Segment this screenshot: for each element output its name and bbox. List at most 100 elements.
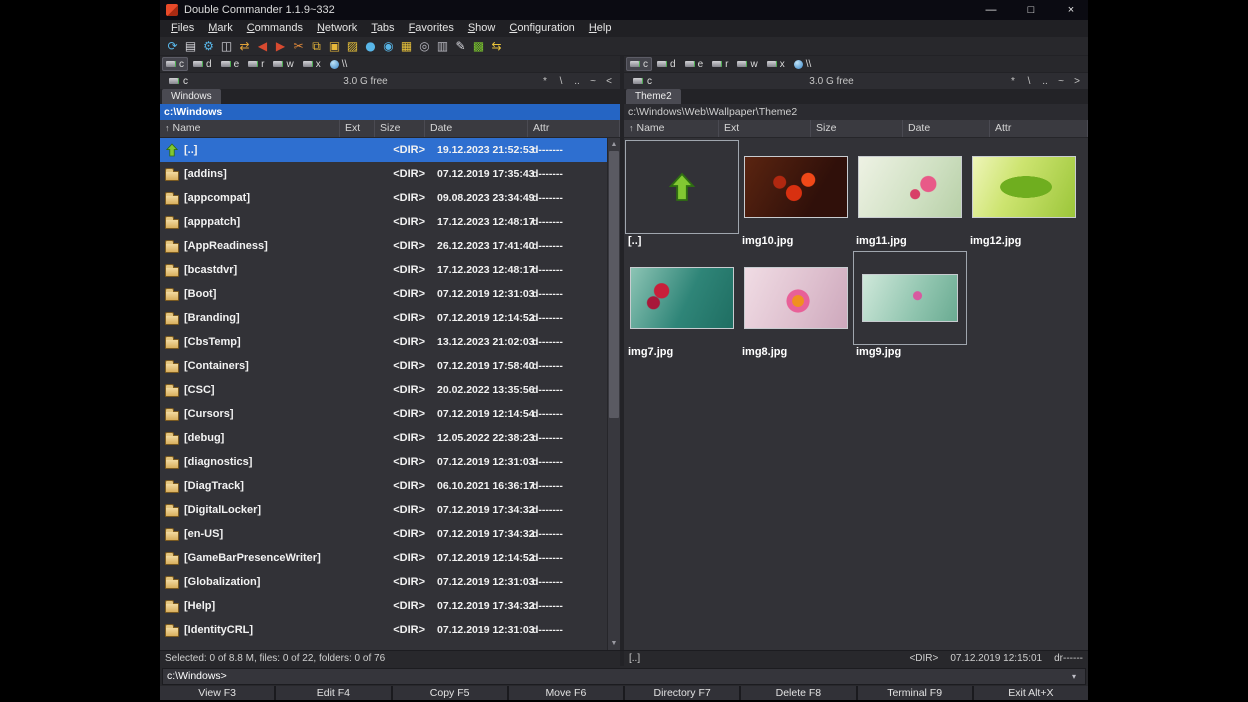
drive-d-button[interactable]: d xyxy=(189,57,216,71)
file-row[interactable]: [diagnostics]<DIR>07.12.2019 12:31:03d--… xyxy=(160,450,607,474)
equal-panels-icon[interactable]: ◫ xyxy=(218,37,235,55)
file-row[interactable]: [AppReadiness]<DIR>26.12.2023 17:41:40d-… xyxy=(160,234,607,258)
archive-icon[interactable]: ▦ xyxy=(398,37,415,55)
column-header-date[interactable]: Date xyxy=(903,120,990,137)
file-row[interactable]: [Containers]<DIR>07.12.2019 17:58:40d---… xyxy=(160,354,607,378)
file-row[interactable]: [Cursors]<DIR>07.12.2019 12:14:54d------… xyxy=(160,402,607,426)
network-icon[interactable]: ● xyxy=(362,37,379,55)
run-terminal-icon[interactable]: ▤ xyxy=(182,37,199,55)
column-header-size[interactable]: Size xyxy=(811,120,903,137)
home-dir-button[interactable]: ~ xyxy=(585,74,601,89)
swap-panels-icon[interactable]: ⇄ xyxy=(236,37,253,55)
history-forward-button[interactable]: > xyxy=(1069,74,1085,89)
column-header-size[interactable]: Size xyxy=(375,120,425,137)
column-header-name[interactable]: ↑Name xyxy=(624,120,719,137)
column-header-attr[interactable]: Attr xyxy=(528,120,620,137)
history-dropdown-icon[interactable]: ▾ xyxy=(1067,672,1081,681)
copy-to-right-icon[interactable]: ▶ xyxy=(272,37,289,55)
menu-item-configuration[interactable]: Configuration xyxy=(502,20,581,37)
scrollbar-track[interactable] xyxy=(608,151,620,637)
directory-f7-button[interactable]: Directory F7 xyxy=(625,686,739,700)
file-tile[interactable]: img7.jpg xyxy=(625,251,739,358)
drive-r-button[interactable]: r xyxy=(244,57,268,71)
root-dir-button[interactable]: \ xyxy=(1021,74,1037,89)
command-line-box[interactable]: c:\Windows> ▾ xyxy=(162,668,1086,685)
pack-icon[interactable]: ▩ xyxy=(470,37,487,55)
root-dir-button[interactable]: \ xyxy=(553,74,569,89)
parent-dir-button[interactable]: .. xyxy=(1037,74,1053,89)
command-line-input[interactable] xyxy=(227,669,1067,684)
edit-f4-button[interactable]: Edit F4 xyxy=(276,686,390,700)
menu-item-commands[interactable]: Commands xyxy=(240,20,310,37)
scroll-up-icon[interactable]: ▲ xyxy=(608,138,620,151)
file-tile[interactable]: img9.jpg xyxy=(853,251,967,358)
compare-directories-icon[interactable]: ▥ xyxy=(434,37,451,55)
file-row[interactable]: [bcastdvr]<DIR>17.12.2023 12:48:17d-----… xyxy=(160,258,607,282)
new-folder-icon[interactable]: ▨ xyxy=(344,37,361,55)
options-icon[interactable]: ⚙ xyxy=(200,37,217,55)
drive-x-button[interactable]: x xyxy=(299,57,325,71)
right-panel-tab[interactable]: Theme2 xyxy=(626,89,681,104)
menu-item-help[interactable]: Help xyxy=(582,20,619,37)
drive-e-button[interactable]: e xyxy=(217,57,244,71)
column-header-attr[interactable]: Attr xyxy=(990,120,1088,137)
file-row[interactable]: [GameBarPresenceWriter]<DIR>07.12.2019 1… xyxy=(160,546,607,570)
left-panel-tab[interactable]: Windows xyxy=(162,89,221,104)
scrollbar-thumb[interactable] xyxy=(609,151,619,418)
move-f6-button[interactable]: Move F6 xyxy=(509,686,623,700)
network-connect-icon[interactable]: ◉ xyxy=(380,37,397,55)
copy-icon[interactable]: ⧉ xyxy=(308,37,325,55)
file-row[interactable]: [appcompat]<DIR>09.08.2023 23:34:49d----… xyxy=(160,186,607,210)
select-mask-button[interactable]: * xyxy=(1005,74,1021,89)
drive-w-button[interactable]: w xyxy=(733,57,761,71)
drive-e-button[interactable]: e xyxy=(681,57,708,71)
left-network-button[interactable]: \\ xyxy=(326,57,352,71)
file-row[interactable]: [IdentityCRL]<DIR>07.12.2019 12:31:03d--… xyxy=(160,618,607,642)
file-tile[interactable]: img10.jpg xyxy=(739,140,853,247)
terminal-f9-button[interactable]: Terminal F9 xyxy=(858,686,972,700)
menu-item-mark[interactable]: Mark xyxy=(201,20,239,37)
parent-dir-button[interactable]: .. xyxy=(569,74,585,89)
close-button[interactable]: × xyxy=(1054,0,1088,20)
sync-dirs-icon[interactable]: ⇆ xyxy=(488,37,505,55)
minimize-button[interactable]: — xyxy=(974,0,1008,20)
file-tile[interactable]: img8.jpg xyxy=(739,251,853,358)
drive-c-button[interactable]: c xyxy=(162,57,188,71)
exit-altx-button[interactable]: Exit Alt+X xyxy=(974,686,1088,700)
file-tile[interactable]: img11.jpg xyxy=(853,140,967,247)
right-drive-combo[interactable]: c xyxy=(627,74,658,89)
right-network-button[interactable]: \\ xyxy=(790,57,816,71)
file-tile[interactable]: [..] xyxy=(625,140,739,247)
find-files-icon[interactable]: ◎ xyxy=(416,37,433,55)
paste-icon[interactable]: ▣ xyxy=(326,37,343,55)
right-path-bar[interactable]: c:\Windows\Web\Wallpaper\Theme2 xyxy=(624,104,1088,120)
left-path-bar[interactable]: c:\Windows xyxy=(160,104,620,120)
column-header-name[interactable]: ↑Name xyxy=(160,120,340,137)
menu-item-favorites[interactable]: Favorites xyxy=(402,20,461,37)
file-row[interactable]: [debug]<DIR>12.05.2022 22:38:23d------- xyxy=(160,426,607,450)
edit-file-icon[interactable]: ✎ xyxy=(452,37,469,55)
file-row[interactable]: [DigitalLocker]<DIR>07.12.2019 17:34:32d… xyxy=(160,498,607,522)
drive-r-button[interactable]: r xyxy=(708,57,732,71)
scroll-down-icon[interactable]: ▼ xyxy=(608,637,620,650)
file-tile[interactable]: img12.jpg xyxy=(967,140,1081,247)
view-f3-button[interactable]: View F3 xyxy=(160,686,274,700)
file-row[interactable]: [en-US]<DIR>07.12.2019 17:34:32d------- xyxy=(160,522,607,546)
file-row[interactable]: [..]<DIR>19.12.2023 21:52:53d------- xyxy=(160,138,607,162)
refresh-icon[interactable]: ⟳ xyxy=(164,37,181,55)
file-row[interactable]: [Branding]<DIR>07.12.2019 12:14:52d-----… xyxy=(160,306,607,330)
file-row[interactable]: [CbsTemp]<DIR>13.12.2023 21:02:03d------… xyxy=(160,330,607,354)
home-dir-button[interactable]: ~ xyxy=(1053,74,1069,89)
maximize-button[interactable]: □ xyxy=(1014,0,1048,20)
history-back-button[interactable]: < xyxy=(601,74,617,89)
file-row[interactable]: [DiagTrack]<DIR>06.10.2021 16:36:17d----… xyxy=(160,474,607,498)
drive-w-button[interactable]: w xyxy=(269,57,297,71)
menu-item-show[interactable]: Show xyxy=(461,20,503,37)
menu-item-tabs[interactable]: Tabs xyxy=(364,20,401,37)
column-header-date[interactable]: Date xyxy=(425,120,528,137)
select-mask-button[interactable]: * xyxy=(537,74,553,89)
drive-c-button[interactable]: c xyxy=(626,57,652,71)
file-row[interactable]: [Globalization]<DIR>07.12.2019 12:31:03d… xyxy=(160,570,607,594)
copy-to-left-icon[interactable]: ◀ xyxy=(254,37,271,55)
file-row[interactable]: [Boot]<DIR>07.12.2019 12:31:03d------- xyxy=(160,282,607,306)
